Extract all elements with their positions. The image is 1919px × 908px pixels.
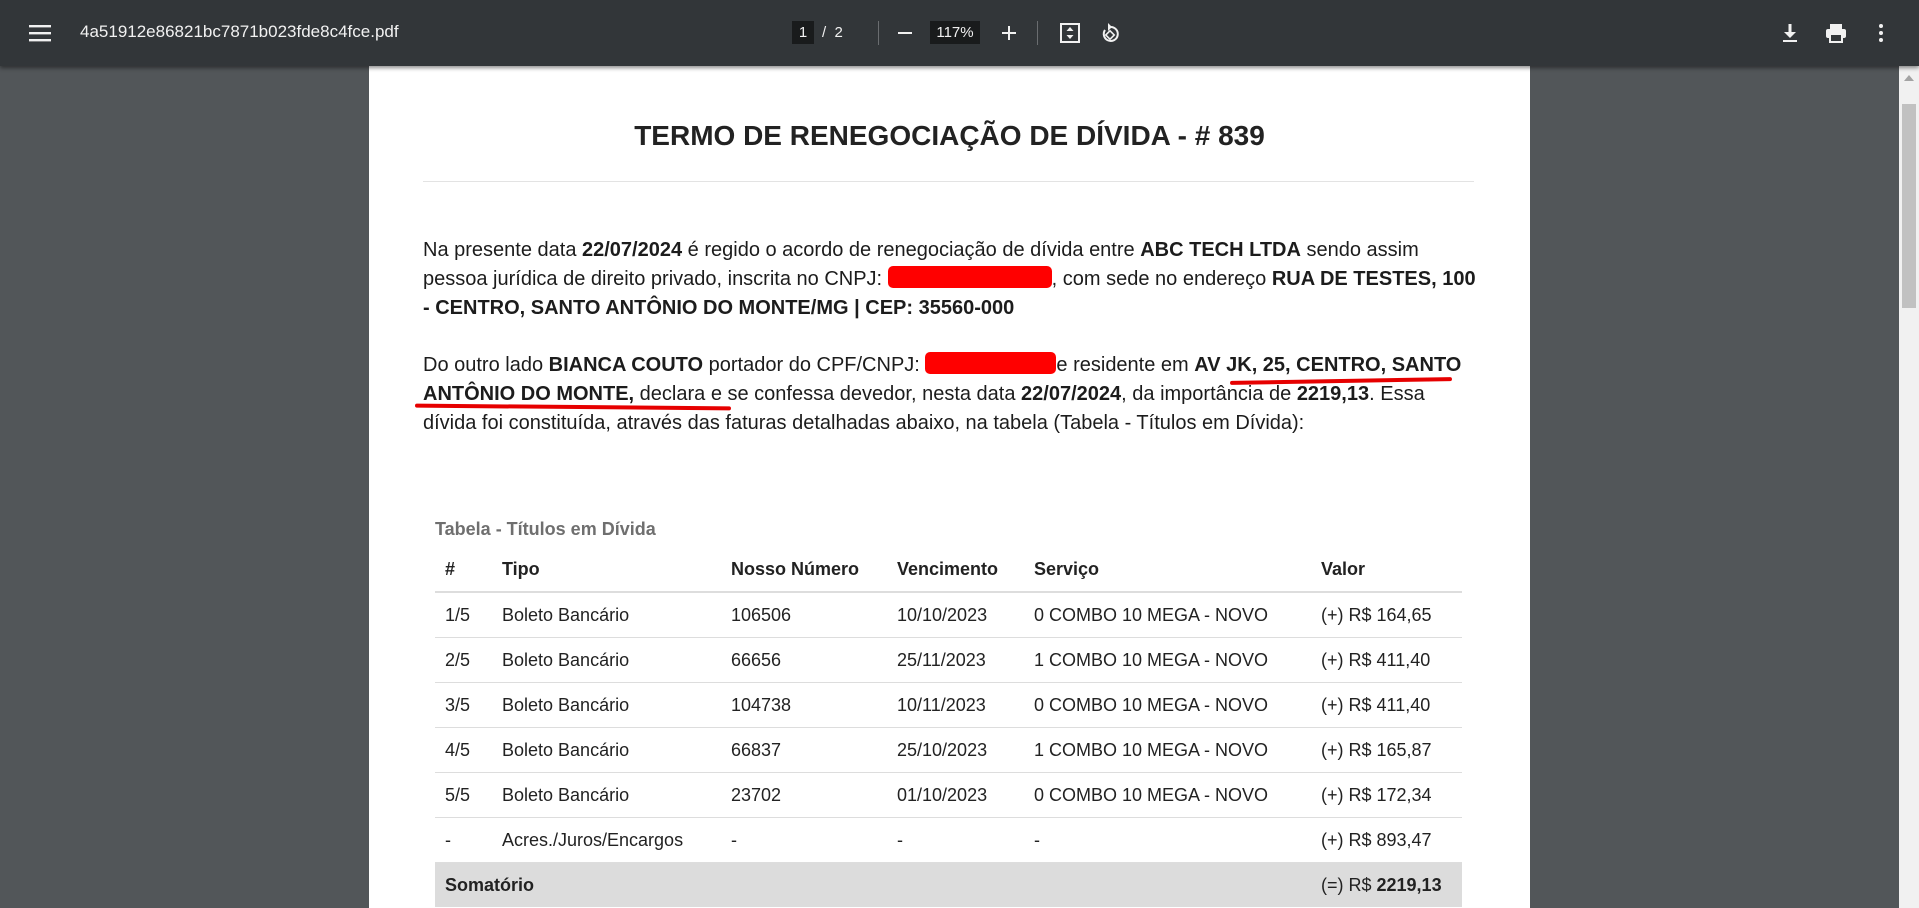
cell: 10/11/2023 (887, 682, 1024, 728)
cell: 0 COMBO 10 MEGA - NOVO (1024, 592, 1311, 638)
agreement-date: 22/07/2024 (582, 239, 683, 261)
zoom-in-icon[interactable] (997, 21, 1021, 45)
print-icon[interactable] (1823, 21, 1849, 45)
debt-amount: 2219,13 (1296, 383, 1370, 405)
sum-row: Somatório (=) R$ 2219,13 (435, 862, 1462, 907)
redacted-cpf (925, 352, 1057, 374)
cell: (+) R$ 411,40 (1311, 637, 1462, 683)
cell: - (1024, 817, 1311, 863)
cell: 106506 (721, 592, 887, 638)
text: declara e se confessa devedor, nesta dat… (634, 383, 1022, 405)
cell: - (721, 817, 887, 863)
cell: 1 COMBO 10 MEGA - NOVO (1024, 637, 1311, 683)
cell: 5/5 (435, 772, 492, 818)
rotate-icon[interactable] (1098, 21, 1122, 45)
cell: 104738 (721, 682, 887, 728)
text: Do outro lado (423, 354, 549, 376)
cell: 0 COMBO 10 MEGA - NOVO (1024, 682, 1311, 728)
cell: 23702 (721, 772, 887, 818)
cell: 66656 (721, 637, 887, 683)
text: portador do CPF/CNPJ: (703, 354, 926, 376)
sum-label-text: Somatório (445, 874, 535, 895)
scroll-up-icon[interactable] (1902, 70, 1916, 81)
cell: (+) R$ 165,87 (1311, 727, 1462, 773)
text: e residente em (1056, 354, 1195, 376)
table-row: - Acres./Juros/Encargos - - - (+) R$ 893… (435, 817, 1462, 863)
table-header-row: # Tipo Nosso Número Vencimento Serviço V… (435, 547, 1462, 593)
col-service: Serviço (1024, 547, 1311, 593)
cell: 01/10/2023 (887, 772, 1024, 818)
col-type: Tipo (492, 547, 721, 593)
redacted-cnpj (887, 266, 1052, 288)
cell: - (435, 817, 492, 863)
document-title: TERMO DE RENEGOCIAÇÃO DE DÍVIDA - # 839 (634, 120, 1265, 151)
fit-page-icon[interactable] (1058, 21, 1082, 45)
table-row: 3/5 Boleto Bancário 104738 10/11/2023 0 … (435, 682, 1462, 728)
table-row: 4/5 Boleto Bancário 66837 25/10/2023 1 C… (435, 727, 1462, 773)
title-divider (423, 181, 1474, 182)
text: , da importância de (1121, 383, 1297, 405)
zoom-out-icon[interactable] (893, 21, 917, 45)
cell: Boleto Bancário (492, 772, 721, 818)
cell: 1 COMBO 10 MEGA - NOVO (1024, 727, 1311, 773)
col-our-number: Nosso Número (721, 547, 887, 593)
paragraph-creditor: Na presente data 22/07/2024 é regido o a… (423, 236, 1483, 323)
toolbar-divider (878, 21, 879, 45)
sum-label: Somatório (435, 862, 1311, 907)
table-row: 1/5 Boleto Bancário 106506 10/10/2023 0 … (435, 592, 1462, 638)
text: , com sede no endereço (1051, 268, 1272, 290)
cell: (+) R$ 893,47 (1311, 817, 1462, 863)
download-icon[interactable] (1778, 21, 1802, 45)
sum-total: 2219,13 (1376, 874, 1442, 895)
cell: Boleto Bancário (492, 682, 721, 728)
pdf-toolbar: 4a51912e86821bc7871b023fde8c4fce.pdf 1 /… (0, 0, 1919, 66)
paragraph-debtor: Do outro lado BIANCA COUTO portador do C… (423, 351, 1483, 438)
col-value: Valor (1311, 547, 1462, 593)
table-row: 2/5 Boleto Bancário 66656 25/11/2023 1 C… (435, 637, 1462, 683)
scrollbar-thumb[interactable] (1902, 104, 1916, 308)
cell: 4/5 (435, 727, 492, 773)
toolbar-divider (1037, 21, 1038, 45)
zoom-level-input[interactable]: 117% (930, 21, 980, 44)
cell: 0 COMBO 10 MEGA - NOVO (1024, 772, 1311, 818)
col-due-date: Vencimento (887, 547, 1024, 593)
page-count: / 2 (822, 21, 843, 44)
debt-titles-table: # Tipo Nosso Número Vencimento Serviço V… (435, 547, 1462, 907)
cell: 66837 (721, 727, 887, 773)
cell: Boleto Bancário (492, 592, 721, 638)
col-number: # (435, 547, 492, 593)
debtor-name: BIANCA COUTO (548, 354, 704, 376)
table-row: 5/5 Boleto Bancário 23702 01/10/2023 0 C… (435, 772, 1462, 818)
cell: 3/5 (435, 682, 492, 728)
menu-icon[interactable] (24, 20, 56, 46)
page-separator: / (822, 24, 827, 41)
sum-prefix: (=) R$ (1321, 874, 1377, 895)
file-name: 4a51912e86821bc7871b023fde8c4fce.pdf (80, 22, 399, 41)
company-name: ABC TECH LTDA (1140, 239, 1301, 261)
cell: (+) R$ 172,34 (1311, 772, 1462, 818)
page-number-input[interactable]: 1 (792, 21, 814, 44)
text: Na presente data (423, 239, 582, 261)
cell: 1/5 (435, 592, 492, 638)
cell: 25/11/2023 (887, 637, 1024, 683)
sum-value: (=) R$ 2219,13 (1311, 862, 1462, 907)
cell: Boleto Bancário (492, 637, 721, 683)
cell: 10/10/2023 (887, 592, 1024, 638)
text: é regido o acordo de renegociação de dív… (682, 239, 1141, 261)
table-caption: Tabela - Títulos em Dívida (435, 519, 656, 539)
cell: (+) R$ 411,40 (1311, 682, 1462, 728)
confession-date: 22/07/2024 (1021, 383, 1122, 405)
cell: 25/10/2023 (887, 727, 1024, 773)
cell: 2/5 (435, 637, 492, 683)
cell: - (887, 817, 1024, 863)
total-pages: 2 (834, 24, 843, 41)
cell: Acres./Juros/Encargos (492, 817, 721, 863)
cell: Boleto Bancário (492, 727, 721, 773)
cell: (+) R$ 164,65 (1311, 592, 1462, 638)
more-vert-icon[interactable] (1869, 21, 1893, 45)
pdf-page: TERMO DE RENEGOCIAÇÃO DE DÍVIDA - # 839 … (369, 66, 1530, 908)
